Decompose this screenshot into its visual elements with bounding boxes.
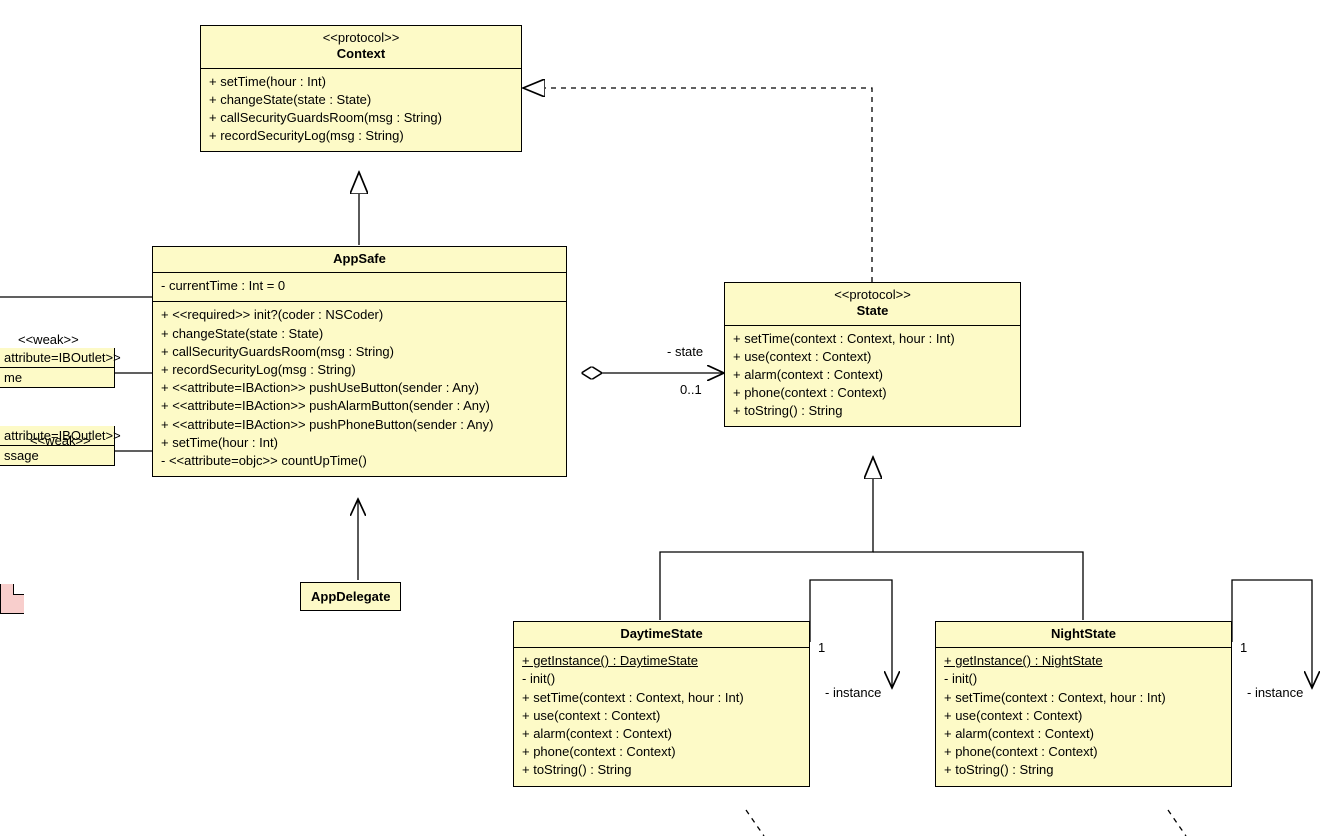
class-context[interactable]: <<protocol>> Context + setTime(hour : In… [200, 25, 522, 152]
night-m2: - init() [944, 670, 1223, 688]
class-daytimestate[interactable]: DaytimeState + getInstance() : DaytimeSt… [513, 621, 810, 787]
state-m5: + toString() : String [733, 402, 1012, 420]
night-methods: + getInstance() : NightState - init() + … [936, 648, 1231, 785]
state-m3: + alarm(context : Context) [733, 366, 1012, 384]
partial-iboutlet-a: attribute=IBOutlet>> me [0, 348, 115, 388]
appsafe-header: AppSafe [153, 247, 566, 273]
appsafe-m2: + changeState(state : State) [161, 325, 558, 343]
appdelegate-name: AppDelegate [311, 589, 390, 604]
class-appsafe[interactable]: AppSafe - currentTime : Int = 0 + <<requ… [152, 246, 567, 477]
label-night-instance: - instance [1247, 685, 1303, 700]
daytime-m2: - init() [522, 670, 801, 688]
context-stereotype: <<protocol>> [209, 30, 513, 46]
night-m1: + getInstance() : NightState [944, 652, 1223, 670]
appsafe-m1: + <<required>> init?(coder : NSCoder) [161, 306, 558, 324]
context-m4: + recordSecurityLog(msg : String) [209, 127, 513, 145]
appsafe-m7: + <<attribute=IBAction>> pushPhoneButton… [161, 416, 558, 434]
daytime-m7: + toString() : String [522, 761, 801, 779]
partial-a-line1: attribute=IBOutlet>> [0, 348, 114, 368]
label-daytime-instance: - instance [825, 685, 881, 700]
night-m5: + alarm(context : Context) [944, 725, 1223, 743]
appsafe-name: AppSafe [161, 251, 558, 267]
state-m4: + phone(context : Context) [733, 384, 1012, 402]
daytime-m6: + phone(context : Context) [522, 743, 801, 761]
label-state-role: - state [667, 344, 703, 359]
appsafe-m4: + recordSecurityLog(msg : String) [161, 361, 558, 379]
context-name: Context [209, 46, 513, 62]
daytime-m4: + use(context : Context) [522, 707, 801, 725]
state-m1: + setTime(context : Context, hour : Int) [733, 330, 1012, 348]
appsafe-m6: + <<attribute=IBAction>> pushAlarmButton… [161, 397, 558, 415]
state-name: State [733, 303, 1012, 319]
appsafe-m5: + <<attribute=IBAction>> pushUseButton(s… [161, 379, 558, 397]
daytime-name: DaytimeState [522, 626, 801, 642]
daytime-header: DaytimeState [514, 622, 809, 648]
partial-b-line2: ssage [0, 446, 114, 465]
appsafe-m3: + callSecurityGuardsRoom(msg : String) [161, 343, 558, 361]
night-m6: + phone(context : Context) [944, 743, 1223, 761]
context-m3: + callSecurityGuardsRoom(msg : String) [209, 109, 513, 127]
night-name: NightState [944, 626, 1223, 642]
state-header: <<protocol>> State [725, 283, 1020, 326]
label-night-one: 1 [1240, 640, 1247, 655]
night-m4: + use(context : Context) [944, 707, 1223, 725]
state-m2: + use(context : Context) [733, 348, 1012, 366]
daytime-methods: + getInstance() : DaytimeState - init() … [514, 648, 809, 785]
label-weak-b: <<weak>> [30, 433, 91, 448]
label-state-mult: 0..1 [680, 382, 702, 397]
context-m2: + changeState(state : State) [209, 91, 513, 109]
night-m3: + setTime(context : Context, hour : Int) [944, 689, 1223, 707]
appsafe-m8: + setTime(hour : Int) [161, 434, 558, 452]
partial-a-line2: me [0, 368, 114, 387]
appsafe-attr1: - currentTime : Int = 0 [161, 277, 558, 295]
night-header: NightState [936, 622, 1231, 648]
appsafe-attrs: - currentTime : Int = 0 [153, 273, 566, 302]
daytime-m5: + alarm(context : Context) [522, 725, 801, 743]
context-m1: + setTime(hour : Int) [209, 73, 513, 91]
appsafe-m9: - <<attribute=objc>> countUpTime() [161, 452, 558, 470]
class-state[interactable]: <<protocol>> State + setTime(context : C… [724, 282, 1021, 427]
class-nightstate[interactable]: NightState + getInstance() : NightState … [935, 621, 1232, 787]
state-stereotype: <<protocol>> [733, 287, 1012, 303]
daytime-m3: + setTime(context : Context, hour : Int) [522, 689, 801, 707]
appsafe-methods: + <<required>> init?(coder : NSCoder) + … [153, 302, 566, 476]
note-icon [0, 584, 24, 614]
state-methods: + setTime(context : Context, hour : Int)… [725, 326, 1020, 427]
context-methods: + setTime(hour : Int) + changeState(stat… [201, 69, 521, 152]
night-m7: + toString() : String [944, 761, 1223, 779]
class-appdelegate[interactable]: AppDelegate [300, 582, 401, 611]
daytime-m1: + getInstance() : DaytimeState [522, 652, 801, 670]
label-weak-a: <<weak>> [18, 332, 79, 347]
label-daytime-one: 1 [818, 640, 825, 655]
class-context-header: <<protocol>> Context [201, 26, 521, 69]
